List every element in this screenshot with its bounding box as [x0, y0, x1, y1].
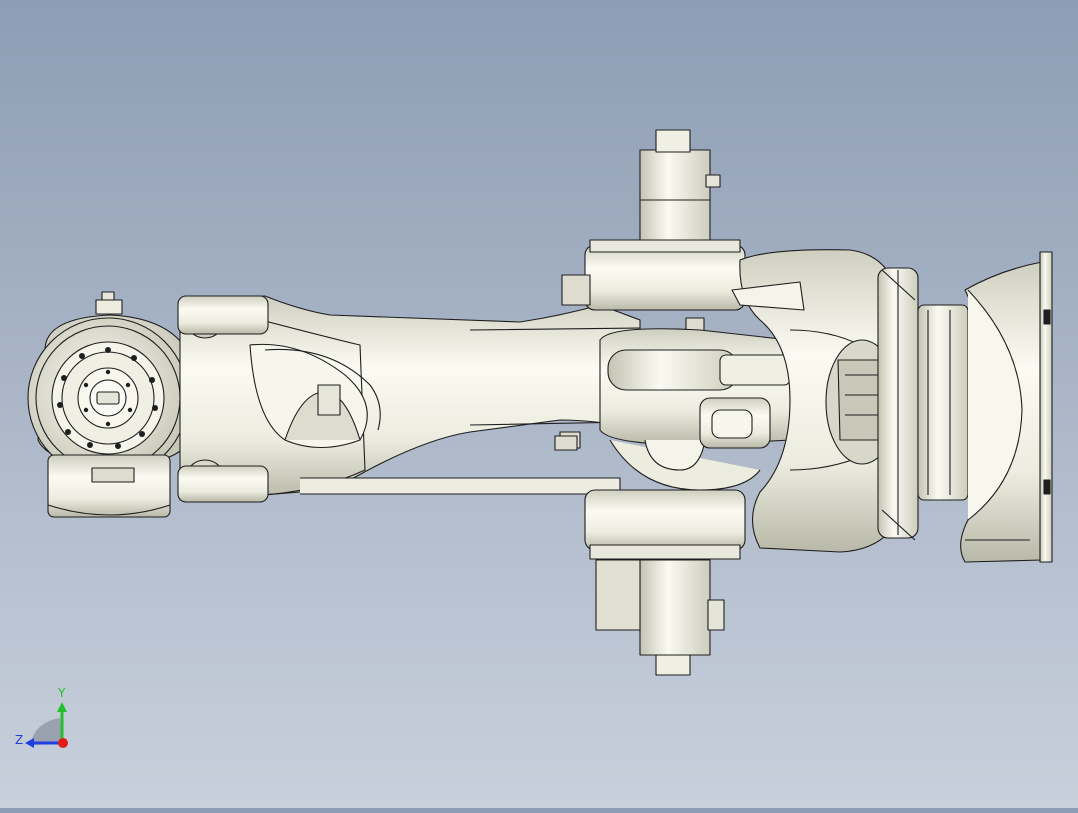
view-orientation-triad: Y Z [10, 680, 90, 760]
elbow-top-motor[interactable] [639, 129, 721, 241]
y-axis-arrowhead [57, 702, 67, 712]
y-axis-label: Y [58, 686, 66, 700]
cad-graphics-viewport[interactable]: Y Z [0, 0, 1078, 808]
robot-arm-model[interactable] [0, 0, 1078, 808]
z-axis-arrowhead [25, 738, 34, 748]
x-axis-dot [58, 738, 68, 748]
elbow-bottom-motor[interactable] [595, 559, 725, 676]
z-axis-label: Z [15, 733, 24, 747]
axis-triad-graphic [25, 702, 68, 748]
base-flange[interactable] [51, 341, 165, 455]
wrist-flange[interactable] [917, 251, 1053, 563]
